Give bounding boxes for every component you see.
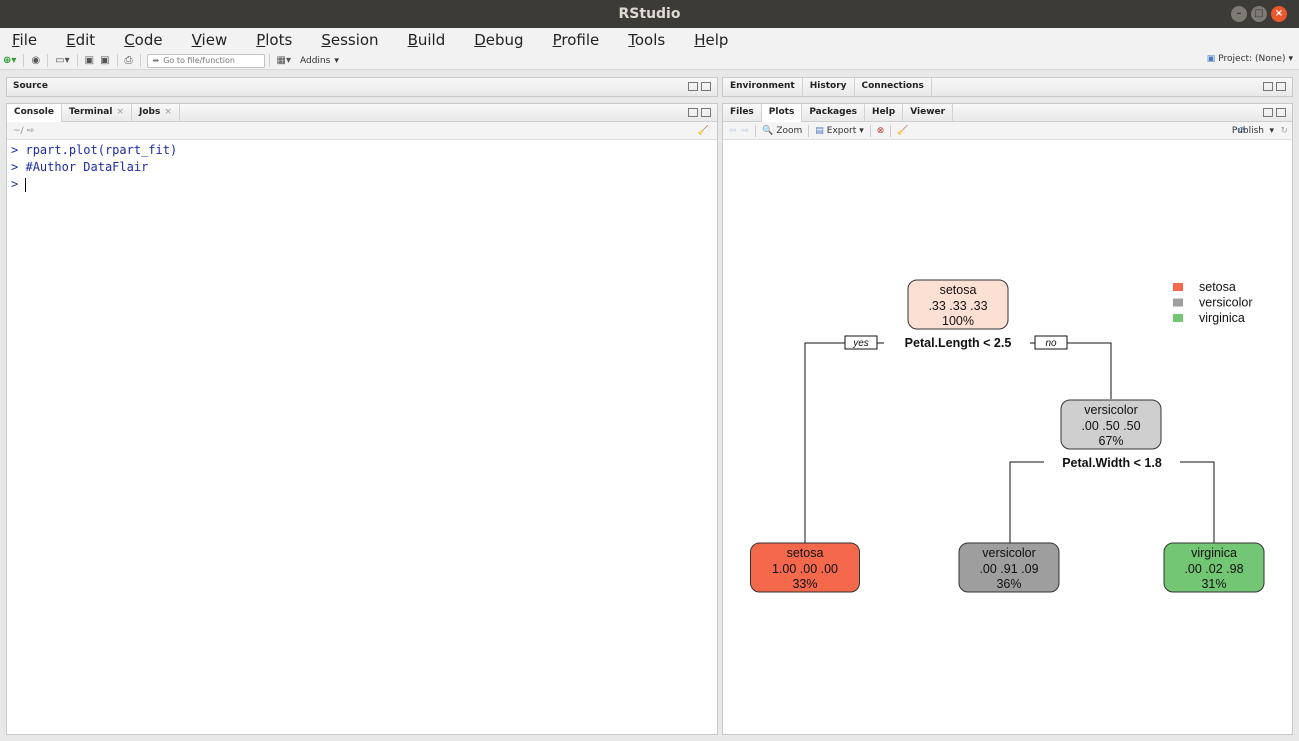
plots-pane: Files Plots Packages Help Viewer ⇦ ⇨ 🔍 Z…	[722, 103, 1293, 735]
project-menu[interactable]: ▣ Project: (None) ▾	[1207, 54, 1293, 64]
clear-console-icon[interactable]: 🧹	[698, 126, 709, 136]
console-pane-header: Console Terminal × Jobs ×	[7, 104, 717, 122]
menu-profile[interactable]: Profile	[547, 31, 606, 49]
maximize-pane-icon[interactable]	[1276, 108, 1286, 117]
new-file-icon[interactable]: ⊕▾	[3, 55, 16, 66]
addins-chevron-icon[interactable]: ▾	[334, 56, 339, 66]
console-line: rpart.plot(rpart_fit)	[25, 143, 178, 157]
export-icon[interactable]: ▤	[815, 126, 824, 136]
menu-tools[interactable]: Tools	[622, 31, 671, 49]
new-project-icon[interactable]: ◉	[31, 55, 40, 66]
open-file-icon[interactable]: ▭▾	[55, 55, 69, 66]
menu-plots[interactable]: Plots	[250, 31, 298, 49]
source-pane-header: Source	[7, 78, 717, 96]
tab-history[interactable]: History	[803, 78, 855, 96]
environment-pane: Environment History Connections	[722, 77, 1293, 97]
go-to-directory-icon[interactable]: ⇨	[27, 126, 35, 136]
goto-arrow-icon: ➦	[152, 55, 160, 65]
console-path: ~/	[13, 125, 24, 136]
source-pane-title: Source	[13, 81, 48, 91]
restore-icon[interactable]	[688, 82, 698, 91]
tab-help[interactable]: Help	[865, 104, 904, 122]
window-title: RStudio	[618, 6, 681, 22]
close-tab-icon[interactable]: ×	[164, 107, 172, 117]
project-label: Project: (None)	[1218, 54, 1286, 64]
menu-bar: File Edit Code View Plots Session Build …	[0, 28, 1299, 52]
window-titlebar: RStudio – □ ×	[0, 0, 1299, 28]
zoom-icon[interactable]: 🔍	[762, 126, 773, 136]
tab-plots[interactable]: Plots	[761, 104, 803, 122]
rstudio-window: RStudio – □ × File Edit Code View Plots …	[0, 0, 1299, 741]
minimize-icon[interactable]: –	[1231, 6, 1247, 22]
menu-code[interactable]: Code	[118, 31, 168, 49]
tab-jobs[interactable]: Jobs ×	[132, 104, 180, 122]
remove-plot-icon[interactable]: ⊗	[877, 126, 885, 136]
menu-view[interactable]: View	[186, 31, 234, 49]
refresh-icon[interactable]: ↻	[1280, 126, 1288, 136]
back-arrow-icon[interactable]: ⇦	[729, 126, 737, 136]
project-chevron-icon: ▾	[1288, 54, 1293, 64]
menu-session[interactable]: Session	[315, 31, 384, 49]
console-output[interactable]: > rpart.plot(rpart_fit) > #Author DataFl…	[11, 142, 177, 193]
menu-edit[interactable]: Edit	[60, 31, 101, 49]
main-toolbar: ⊕▾ ◉ ▭▾ ▣ ▣ ⎙ ➦ Go to file/function ▦▾ A…	[0, 52, 1299, 70]
plots-pane-header: Files Plots Packages Help Viewer	[723, 104, 1292, 122]
menu-file[interactable]: File	[6, 31, 43, 49]
tab-connections[interactable]: Connections	[855, 78, 932, 96]
forward-arrow-icon[interactable]: ⇨	[742, 126, 750, 136]
restore-icon[interactable]	[1263, 108, 1273, 117]
clear-plots-icon[interactable]: 🧹	[897, 126, 908, 136]
restore-icon[interactable]	[688, 108, 698, 117]
console-line: #Author DataFlair	[25, 160, 149, 174]
project-icon: ▣	[1206, 54, 1216, 64]
tab-environment[interactable]: Environment	[723, 78, 803, 96]
tab-console[interactable]: Console	[7, 104, 62, 122]
menu-help[interactable]: Help	[688, 31, 734, 49]
maximize-icon[interactable]: □	[1251, 6, 1267, 22]
console-path-bar: ~/ ⇨ 🧹	[7, 122, 717, 140]
tab-packages[interactable]: Packages	[802, 104, 866, 122]
console-pane: Console Terminal × Jobs × ~/ ⇨ 🧹 > rpart.p…	[6, 103, 718, 735]
tab-terminal[interactable]: Terminal ×	[62, 104, 132, 122]
console-cursor	[25, 177, 27, 192]
export-button[interactable]: Export	[827, 126, 856, 136]
source-pane: Source	[6, 77, 718, 97]
save-all-icon[interactable]: ▣	[100, 55, 109, 66]
export-chevron-icon[interactable]: ▾	[859, 126, 864, 136]
goto-file-input[interactable]: ➦ Go to file/function	[146, 53, 265, 68]
tab-viewer[interactable]: Viewer	[903, 104, 954, 122]
publish-button[interactable]: Publish	[1232, 126, 1264, 136]
print-icon[interactable]: ⎙	[125, 55, 133, 66]
plots-toolbar: ⇦ ⇨ 🔍 Zoom ▤ Export ▾ ⊗ 🧹 ⟳ Publish ▾ ↻	[723, 122, 1292, 140]
maximize-pane-icon[interactable]	[701, 82, 711, 91]
menu-build[interactable]: Build	[402, 31, 452, 49]
save-icon[interactable]: ▣	[85, 55, 94, 66]
close-icon[interactable]: ×	[1271, 6, 1287, 22]
menu-debug[interactable]: Debug	[468, 31, 529, 49]
publish-chevron-icon[interactable]: ▾	[1269, 126, 1274, 136]
maximize-pane-icon[interactable]	[701, 108, 711, 117]
tab-files[interactable]: Files	[723, 104, 762, 122]
maximize-pane-icon[interactable]	[1276, 82, 1286, 91]
close-tab-icon[interactable]: ×	[116, 107, 124, 117]
goto-file-placeholder: Go to file/function	[163, 55, 235, 65]
environment-pane-header: Environment History Connections	[723, 78, 1292, 96]
restore-icon[interactable]	[1263, 82, 1273, 91]
grid-layout-icon[interactable]: ▦▾	[277, 55, 291, 66]
zoom-button[interactable]: Zoom	[776, 126, 802, 136]
addins-button[interactable]: Addins	[300, 56, 330, 66]
